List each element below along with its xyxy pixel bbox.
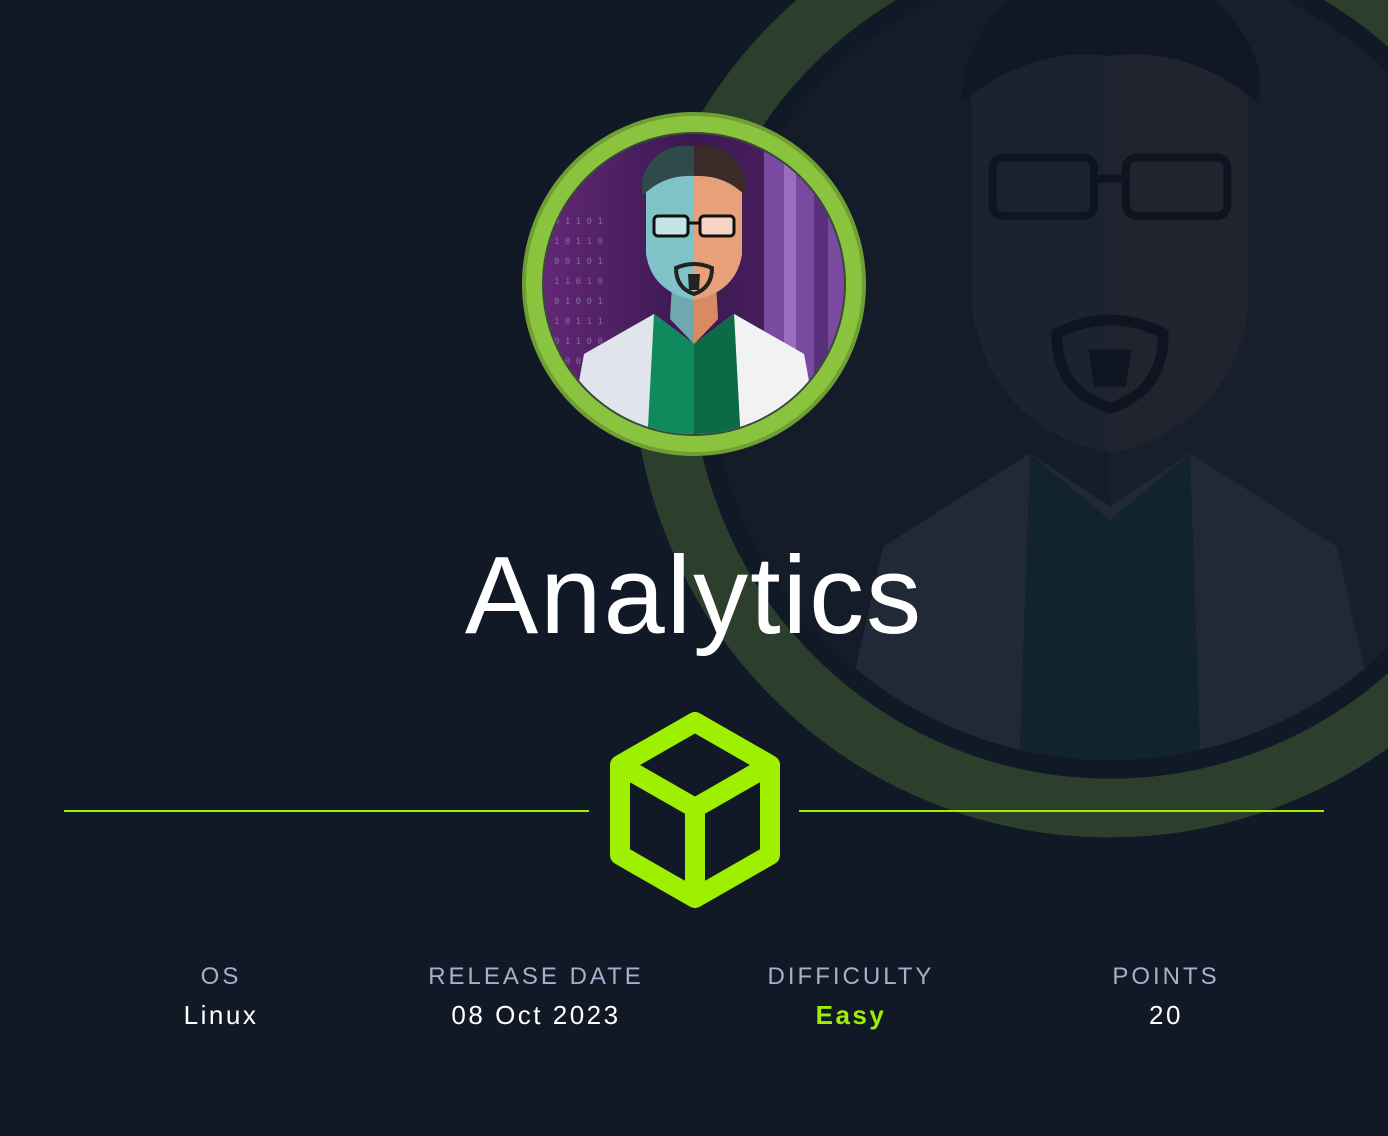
points-label: POINTS [1112,963,1220,990]
points-value: 20 [1149,1000,1183,1030]
difficulty-value: Easy [815,1000,887,1030]
release-date-label: RELEASE DATE [428,963,644,990]
difficulty-label: DIFFICULTY [767,963,935,990]
release-date-value: 08 Oct 2023 [451,1000,621,1030]
stat-os: OS Linux [71,962,371,1030]
svg-text:1 0 1 1 0: 1 0 1 1 0 [554,237,603,247]
svg-text:0 0 1 0 1: 0 0 1 0 1 [554,257,603,267]
svg-text:0 1 1 0 0: 0 1 1 0 0 [554,337,603,347]
machine-stats: OS Linux RELEASE DATE 08 Oct 2023 DIFFIC… [0,962,1388,1042]
divider-right [799,810,1324,812]
machine-avatar-icon: 0 1 1 0 1 1 0 1 1 0 0 0 1 0 1 1 1 0 1 0 … [522,112,866,456]
stat-release-date: RELEASE DATE 08 Oct 2023 [386,962,686,1030]
stat-difficulty: DIFFICULTY Easy [701,962,1001,1030]
svg-text:0 1 0 0 1: 0 1 0 0 1 [554,297,603,307]
os-label: OS [200,963,242,990]
box-cube-icon [610,712,780,908]
machine-title: Analytics [464,534,924,657]
svg-text:0 1 1 0 1: 0 1 1 0 1 [554,217,603,227]
divider-left [64,810,589,812]
svg-text:1 0 1 1 1: 1 0 1 1 1 [554,317,603,327]
svg-text:1 1 0 1 0: 1 1 0 1 0 [554,277,603,287]
stat-points: POINTS 20 [1016,962,1316,1030]
os-value: Linux [183,1000,259,1030]
machine-info-card: 0 1 1 0 1 1 0 1 1 0 0 0 1 0 1 1 1 0 1 0 … [0,0,1388,1136]
